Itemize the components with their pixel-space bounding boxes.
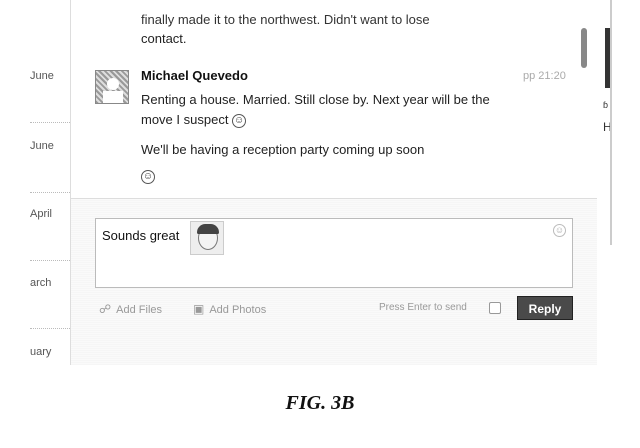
- timeline-month[interactable]: April: [30, 208, 52, 220]
- message-emoticon: ☺: [141, 168, 155, 186]
- message-timestamp: pp 21:20: [523, 70, 566, 82]
- timeline-divider: [30, 122, 70, 123]
- photo-hair-shape: [197, 224, 219, 234]
- reply-input-text: Sounds great: [102, 228, 180, 243]
- timeline-month[interactable]: arch: [30, 277, 51, 289]
- figure-caption: FIG. 3B: [285, 392, 355, 414]
- timeline-divider: [30, 192, 70, 193]
- message-text: Renting a house. Married. Still close by…: [141, 90, 521, 130]
- timeline-divider: [30, 260, 70, 261]
- timeline-divider: [30, 328, 70, 329]
- previous-message-line: contact.: [141, 31, 187, 46]
- message-text: We'll be having a reception party coming…: [141, 140, 521, 160]
- reply-button[interactable]: Reply: [517, 296, 573, 320]
- message-text-content: We'll be having a reception party coming…: [141, 142, 425, 157]
- reply-composer: Sounds great ☺ ☍ Add Files ▣ Add Photos Pr…: [71, 198, 597, 365]
- message-text-content: Renting a house. Married. Still close by…: [141, 92, 490, 127]
- timeline-month[interactable]: uary: [30, 346, 51, 358]
- photo-icon: ▣: [193, 302, 205, 316]
- add-files-label: Add Files: [116, 304, 163, 316]
- right-divider: [610, 0, 612, 245]
- paperclip-icon: ☍: [99, 302, 112, 316]
- avatar-head-shape: [107, 78, 119, 90]
- emoji-picker-icon[interactable]: ☺: [553, 224, 566, 237]
- smiley-icon: ☺: [232, 113, 247, 128]
- timeline-month[interactable]: June: [30, 70, 54, 82]
- conversation-panel: finally made it to the northwest. Didn't…: [70, 0, 597, 365]
- reply-input[interactable]: Sounds great ☺: [95, 218, 573, 288]
- smiley-icon: ☺: [141, 169, 155, 184]
- right-fragment-text: ɓ: [603, 100, 609, 110]
- scrollbar[interactable]: [581, 28, 587, 68]
- timeline-month[interactable]: June: [30, 140, 54, 152]
- attached-photo[interactable]: [190, 221, 224, 255]
- avatar[interactable]: [95, 70, 129, 104]
- press-enter-label: Press Enter to send: [379, 302, 467, 313]
- timeline-sidebar: June June April arch uary: [0, 0, 70, 375]
- add-files-button[interactable]: ☍ Add Files: [99, 302, 162, 316]
- message-thread: finally made it to the northwest. Didn't…: [71, 0, 587, 200]
- add-photos-button[interactable]: ▣ Add Photos: [193, 302, 266, 316]
- sender-name[interactable]: Michael Quevedo: [141, 68, 248, 83]
- avatar-body-shape: [103, 91, 123, 103]
- add-photos-label: Add Photos: [209, 304, 267, 316]
- previous-message: finally made it to the northwest. Didn't…: [141, 12, 541, 48]
- previous-message-line: finally made it to the northwest. Didn't…: [141, 12, 430, 27]
- right-sidebar-fragment: ɓ H: [600, 0, 640, 250]
- press-enter-checkbox[interactable]: [489, 302, 501, 314]
